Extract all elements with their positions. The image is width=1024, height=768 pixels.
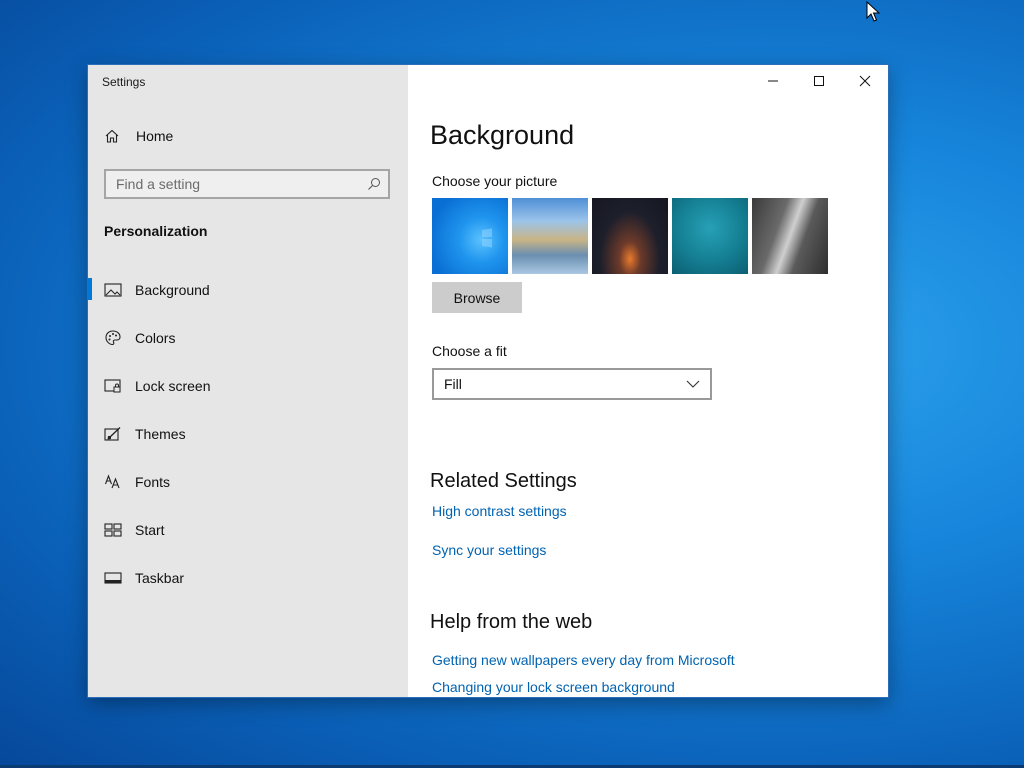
minimize-button[interactable]: [750, 65, 796, 97]
minimize-icon: [768, 80, 778, 82]
fit-dropdown[interactable]: Fill: [432, 368, 712, 400]
windows-logo-icon: [482, 228, 492, 248]
fonts-icon: [104, 473, 122, 491]
picture-icon: [104, 281, 122, 299]
home-label: Home: [136, 128, 174, 144]
picture-thumbnail[interactable]: [752, 198, 828, 274]
choose-fit-label: Choose a fit: [432, 343, 507, 359]
search-box[interactable]: [104, 169, 390, 199]
sidebar-item-lock-screen[interactable]: Lock screen: [88, 362, 408, 410]
themes-icon: [104, 425, 122, 443]
wallpapers-help-link[interactable]: Getting new wallpapers every day from Mi…: [432, 652, 735, 668]
related-settings-heading: Related Settings: [430, 470, 577, 492]
help-heading: Help from the web: [430, 611, 593, 633]
close-button[interactable]: [842, 65, 888, 97]
sidebar-item-label: Start: [135, 522, 165, 538]
picture-thumbnails: [432, 198, 828, 274]
lock-screen-icon: [104, 377, 122, 395]
sidebar-item-taskbar[interactable]: Taskbar: [88, 554, 408, 602]
maximize-icon: [814, 76, 824, 86]
mouse-cursor-icon: [866, 1, 880, 22]
picture-thumbnail[interactable]: [592, 198, 668, 274]
search-icon[interactable]: [360, 177, 388, 191]
high-contrast-settings-link[interactable]: High contrast settings: [432, 503, 567, 519]
chevron-down-icon: [686, 380, 700, 388]
home-icon: [104, 128, 120, 144]
active-indicator: [88, 278, 92, 300]
sidebar-item-label: Fonts: [135, 474, 171, 490]
search-input[interactable]: [106, 175, 360, 193]
picture-thumbnail[interactable]: [432, 198, 508, 274]
sync-settings-link[interactable]: Sync your settings: [432, 542, 546, 558]
browse-button[interactable]: Browse: [432, 282, 522, 313]
start-icon: [104, 521, 122, 539]
sidebar-item-label: Themes: [135, 426, 186, 442]
sidebar-item-label: Background: [135, 282, 210, 298]
lock-screen-help-link[interactable]: Changing your lock screen background: [432, 679, 675, 695]
window-controls: [750, 65, 888, 97]
taskbar-icon: [104, 569, 122, 587]
sidebar: Settings Home Personalization Background: [88, 65, 408, 697]
sidebar-item-label: Lock screen: [135, 378, 211, 394]
nav-list: Background Colors Lock screen Themes Fon…: [88, 266, 408, 602]
settings-window: Settings Home Personalization Background: [88, 65, 888, 697]
picture-thumbnail[interactable]: [512, 198, 588, 274]
main-content: Background Choose your picture Browse Ch…: [408, 65, 888, 697]
close-icon: [859, 75, 871, 87]
picture-thumbnail[interactable]: [672, 198, 748, 274]
choose-picture-label: Choose your picture: [432, 173, 558, 189]
fit-dropdown-value: Fill: [444, 376, 462, 392]
page-title: Background: [430, 120, 575, 150]
sidebar-item-label: Taskbar: [135, 570, 185, 586]
palette-icon: [104, 329, 122, 347]
sidebar-item-themes[interactable]: Themes: [88, 410, 408, 458]
maximize-button[interactable]: [796, 65, 842, 97]
section-title: Personalization: [104, 223, 208, 239]
sidebar-item-label: Colors: [135, 330, 176, 346]
home-nav-item[interactable]: Home: [104, 128, 173, 144]
sidebar-item-fonts[interactable]: Fonts: [88, 458, 408, 506]
app-title: Settings: [102, 75, 146, 89]
sidebar-item-colors[interactable]: Colors: [88, 314, 408, 362]
sidebar-item-start[interactable]: Start: [88, 506, 408, 554]
sidebar-item-background[interactable]: Background: [88, 266, 408, 314]
